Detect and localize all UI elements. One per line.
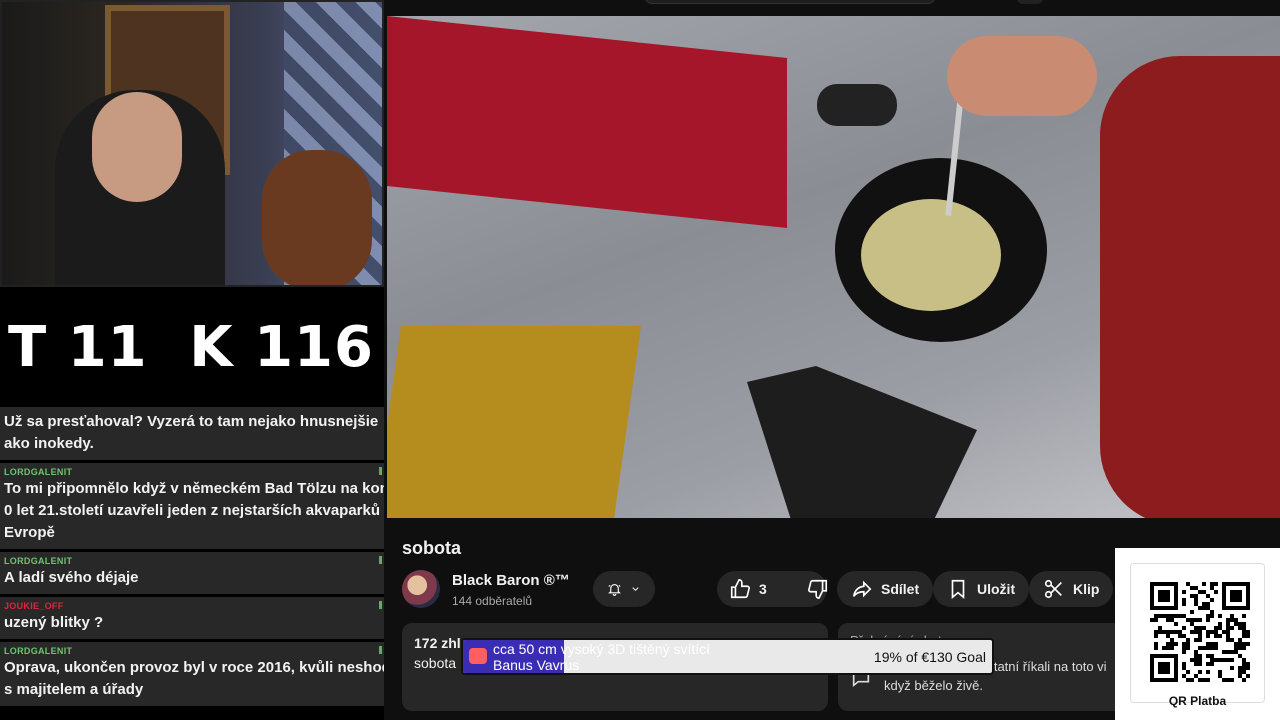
thumbs-up-icon (730, 579, 750, 599)
qr-code (1150, 582, 1250, 682)
mic-button[interactable] (1017, 0, 1043, 4)
bell-icon (608, 584, 621, 596)
app-root: T 11 K 116 Už sa presťahoval? Vyzerá to … (0, 0, 1280, 720)
chat-username: JOUKIE_OFF (4, 601, 64, 611)
video-player[interactable] (387, 16, 1280, 518)
chat-message-text: Už sa presťahoval? Vyzerá to tam nejako … (4, 413, 379, 430)
chat-message-text: ako inokedy. (4, 435, 94, 452)
qr-payment-panel: QR Platba (1115, 548, 1280, 720)
chat-message-text: To mi připomnělo když v německém Bad Töl… (4, 480, 384, 497)
chat-message-text: uzený blitky ? (4, 614, 104, 631)
like-button[interactable]: 3 (717, 571, 779, 607)
share-button[interactable]: Sdílet (837, 571, 934, 607)
donation-goal-bar: cca 50 cm vysoký 3D tištěný svítící Banu… (461, 638, 994, 675)
goal-icon (469, 648, 487, 664)
goal-percent: 19% of €130 Goal (873, 649, 986, 665)
chat-overlay: Už sa presťahoval? Vyzerá to tam nejako … (0, 407, 384, 720)
chat-username: LORDGALENIT (4, 646, 73, 656)
chevron-down-icon (632, 587, 639, 592)
chat-message: JOUKIE_OFF uzený blitky ? (0, 597, 384, 642)
webcam-feed (0, 0, 384, 287)
goal-name: Banus Vavrus (493, 657, 580, 673)
chat-message: LORDGALENIT To mi připomnělo když v něme… (0, 463, 384, 552)
chat-username: LORDGALENIT (4, 467, 73, 477)
share-icon (852, 580, 872, 598)
chat-message: Už sa presťahoval? Vyzerá to tam nejako … (0, 407, 384, 463)
dislike-button[interactable] (795, 571, 841, 607)
t-counter: T 11 (8, 314, 148, 380)
clip-label: Klip (1073, 581, 1100, 597)
chat-message-text: A ladí svého déjaje (4, 569, 139, 586)
chat-message-text: 0 let 21.století uzavřeli jeden z nejsta… (4, 502, 384, 519)
subscriber-count: 144 odběratelů (452, 594, 533, 608)
k-counter: K 116 (189, 314, 374, 380)
chat-message: LORDGALENIT Oprava, ukončen provoz byl v… (0, 642, 384, 709)
description-text: sobota (414, 655, 457, 671)
like-dislike-group: 3 (717, 571, 827, 607)
clip-button[interactable]: Klip (1029, 571, 1114, 607)
channel-name[interactable]: Black Baron ®™ (452, 572, 570, 589)
qr-frame (1130, 563, 1265, 703)
chat-message: LORDGALENIT A ladí svého déjaje (0, 552, 384, 597)
save-label: Uložit (977, 581, 1016, 597)
search-bar[interactable] (645, 0, 935, 4)
counter-display: T 11 K 116 (0, 287, 384, 407)
save-button[interactable]: Uložit (933, 571, 1030, 607)
share-label: Sdílet (881, 581, 920, 597)
chat-message-text: s majitelem a úřady (4, 681, 144, 698)
video-title: sobota (402, 538, 462, 558)
like-count: 3 (759, 581, 767, 597)
stream-overlay-column: T 11 K 116 Už sa presťahoval? Vyzerá to … (0, 0, 384, 720)
notification-button[interactable] (593, 571, 655, 607)
qr-label: QR Platba (1168, 694, 1227, 708)
channel-avatar[interactable] (402, 570, 440, 608)
top-bar (387, 0, 1280, 16)
scissors-icon (1044, 579, 1062, 599)
bookmark-icon (951, 579, 965, 600)
chat-message-text: Oprava, ukončen provoz byl v roce 2016, … (4, 659, 384, 676)
goal-title: cca 50 cm vysoký 3D tištěný svítící (493, 641, 711, 657)
chat-message-text: Evropě (4, 524, 55, 541)
thumbs-down-icon (807, 579, 827, 599)
chat-username: LORDGALENIT (4, 556, 73, 566)
gaming-mouse (817, 84, 897, 126)
